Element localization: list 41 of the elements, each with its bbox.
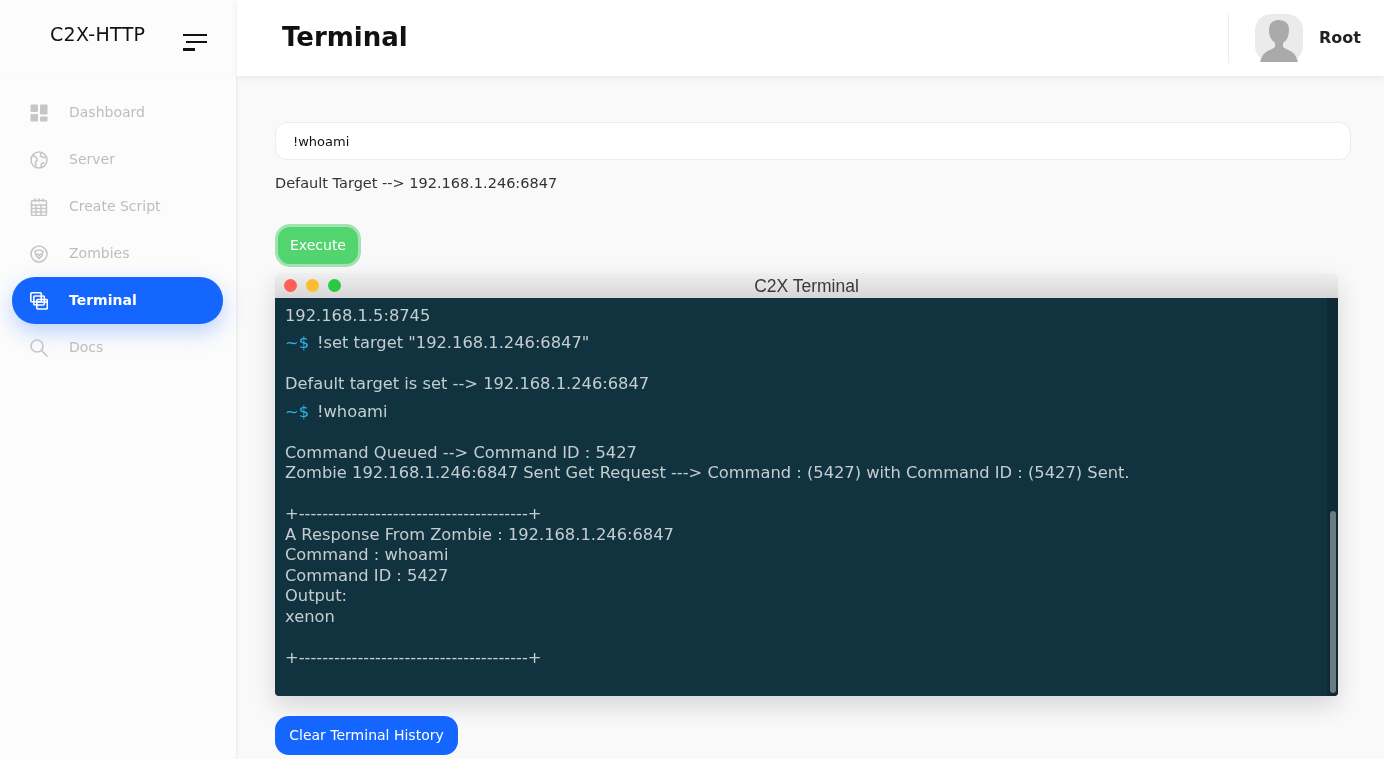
globe-icon bbox=[30, 150, 48, 169]
terminal-output-line: A Response From Zombie : 192.168.1.246:6847 bbox=[285, 524, 674, 546]
sidebar-item[interactable]: Server bbox=[12, 136, 223, 183]
sidebar-item[interactable]: Docs bbox=[12, 324, 223, 371]
app-logo: C2X-HTTP bbox=[50, 21, 146, 47]
calendar-sheet-icon bbox=[30, 197, 48, 216]
terminal-output-line: xenon bbox=[285, 606, 335, 628]
terminal-output-line: 192.168.1.5:8745 bbox=[285, 305, 431, 327]
terminal-output-line: Command ID : 5427 bbox=[285, 565, 449, 587]
terminal-prompt: ~$ bbox=[285, 401, 309, 421]
sidebar-item[interactable]: Create Script bbox=[12, 183, 223, 230]
terminal-title: C2X Terminal bbox=[754, 274, 859, 298]
terminal-output-line: +---------------------------------------+ bbox=[285, 647, 542, 669]
page-title: Terminal bbox=[282, 22, 408, 54]
terminal-output-line: Output: bbox=[285, 586, 348, 607]
sidebar-item[interactable]: Terminal bbox=[12, 277, 223, 324]
terminal-output-line: Command : whoami bbox=[285, 545, 449, 566]
terminal-command: !set target "192.168.1.246:6847" bbox=[317, 333, 590, 353]
terminal-output-line: Zombie 192.168.1.246:6847 Sent Get Request ---> Command : (5427) with Command ID : (5427) Sent. bbox=[285, 463, 1130, 484]
execute-button[interactable]: Execute bbox=[275, 223, 361, 267]
terminal-output-line: Command Queued --> Command ID : 5427 bbox=[285, 442, 637, 464]
terminal-command: !whoami bbox=[317, 401, 388, 421]
maximize-window-icon[interactable] bbox=[328, 279, 341, 293]
shield-circle-icon bbox=[30, 244, 48, 263]
terminal-prompt: ~$ bbox=[285, 333, 309, 353]
user-name: Root bbox=[1319, 27, 1361, 49]
close-window-icon[interactable] bbox=[284, 279, 297, 293]
menu-icon[interactable] bbox=[183, 33, 208, 51]
stacked-windows-icon bbox=[30, 291, 48, 310]
sidebar-item[interactable]: Dashboard bbox=[12, 89, 223, 136]
dashboard-grid-icon bbox=[30, 103, 48, 122]
clear-history-button[interactable]: Clear Terminal History bbox=[275, 715, 458, 755]
command-input[interactable]: !whoami bbox=[275, 122, 1351, 160]
terminal-output-line: +---------------------------------------+ bbox=[285, 504, 542, 525]
scrollbar-thumb[interactable] bbox=[1330, 510, 1336, 693]
terminal-output-line: Default target is set --> 192.168.1.246:6847 bbox=[285, 374, 650, 395]
minimize-window-icon[interactable] bbox=[306, 279, 319, 293]
default-target-text: Default Target --> 192.168.1.246:6847 bbox=[275, 174, 558, 193]
search-icon bbox=[30, 338, 48, 357]
sidebar-item[interactable]: Zombies bbox=[12, 230, 223, 277]
avatar-silhouette-icon[interactable] bbox=[1255, 14, 1304, 62]
